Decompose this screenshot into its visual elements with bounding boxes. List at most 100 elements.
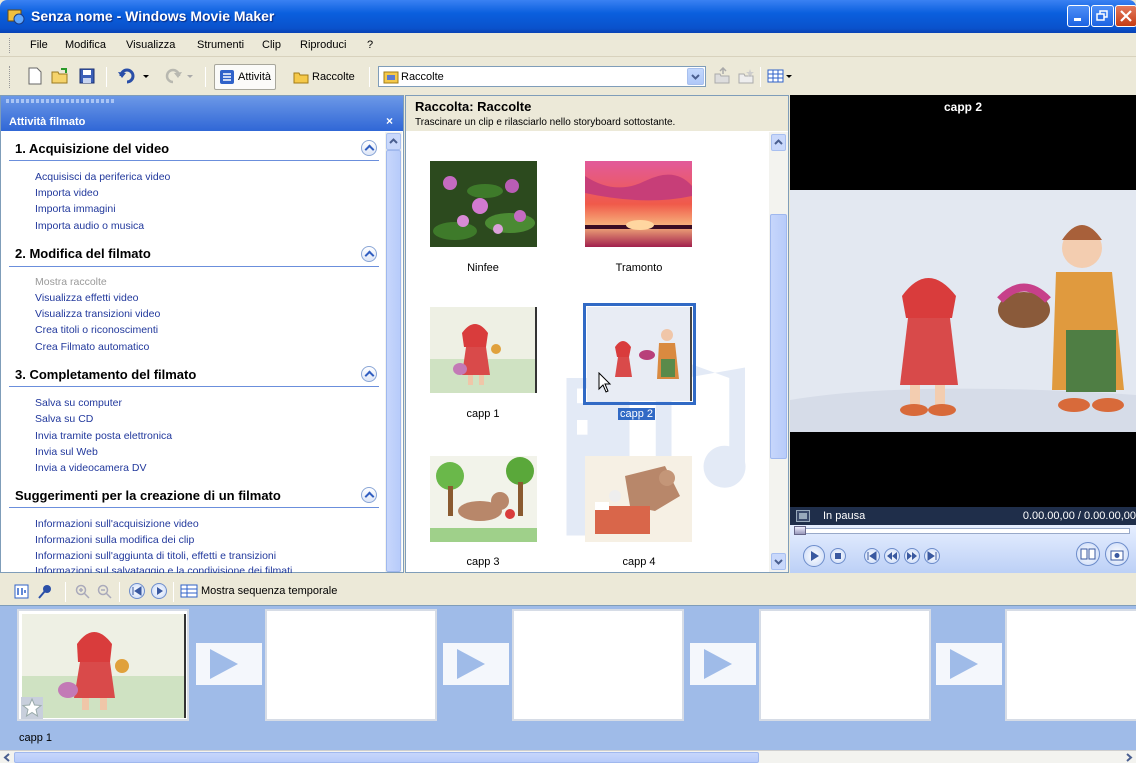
chevron-left-icon[interactable] <box>2 752 12 763</box>
collapse-section-edit-button[interactable] <box>361 246 377 262</box>
undo-icon[interactable] <box>117 67 137 85</box>
scroll-up-button[interactable] <box>386 133 401 150</box>
menu-file[interactable]: File <box>30 39 48 51</box>
link-capture-from-device[interactable]: Acquisisci da periferica video <box>35 171 170 183</box>
collapse-section-capture-button[interactable] <box>361 140 377 156</box>
menu-help[interactable]: ? <box>367 39 373 51</box>
storyboard-cell-5[interactable] <box>1005 609 1136 721</box>
close-window-button[interactable] <box>1115 5 1136 27</box>
scroll-up-button[interactable] <box>771 134 786 151</box>
undo-dropdown-icon[interactable] <box>142 67 150 85</box>
storyboard-cell-4[interactable] <box>759 609 931 721</box>
collection-scrollbar[interactable] <box>769 132 788 572</box>
play-icon <box>157 587 163 595</box>
link-tip-capture[interactable]: Informazioni sull'acquisizione video <box>35 518 199 530</box>
link-send-web[interactable]: Invia sul Web <box>35 446 98 458</box>
stop-button[interactable] <box>830 548 846 564</box>
show-timeline-button[interactable]: Mostra sequenza temporale <box>180 581 337 601</box>
menu-modifica[interactable]: Modifica <box>65 39 106 51</box>
link-view-video-effects[interactable]: Visualizza effetti video <box>35 292 139 304</box>
clip-thumbnail-capp-4[interactable] <box>585 456 692 542</box>
minimize-button[interactable] <box>1067 5 1090 27</box>
transition-slot-3[interactable] <box>690 643 756 685</box>
storyboard-cell-3[interactable] <box>512 609 684 721</box>
task-pane-title: Attività filmato <box>9 116 86 128</box>
clip-thumbnail-ninfee[interactable] <box>430 161 537 247</box>
link-make-automovie[interactable]: Crea Filmato automatico <box>35 341 149 353</box>
window-title: Senza nome - Windows Movie Maker <box>31 8 275 24</box>
fast-forward-button[interactable] <box>904 548 920 564</box>
storyboard-scrollbar[interactable] <box>0 750 1136 763</box>
link-make-titles-credits[interactable]: Crea titoli o riconoscimenti <box>35 324 158 336</box>
scroll-thumb[interactable] <box>770 214 787 459</box>
seek-bar[interactable] <box>794 528 1130 534</box>
zoom-out-icon[interactable] <box>97 584 112 599</box>
next-frame-button[interactable] <box>924 548 940 564</box>
play-button[interactable] <box>803 545 825 567</box>
play-storyboard-button[interactable] <box>151 583 167 599</box>
menu-riproduci[interactable]: Riproduci <box>300 39 346 51</box>
redo-dropdown-icon[interactable] <box>186 67 194 85</box>
collections-root-icon <box>383 71 399 84</box>
scroll-thumb[interactable] <box>386 150 401 572</box>
scroll-down-button[interactable] <box>771 553 786 570</box>
new-collection-folder-icon[interactable] <box>737 67 755 85</box>
link-tip-edit-clips[interactable]: Informazioni sulla modifica dei clip <box>35 534 194 546</box>
menu-visualizza[interactable]: Visualizza <box>126 39 175 51</box>
zoom-in-icon[interactable] <box>75 584 90 599</box>
scroll-thumb[interactable] <box>14 752 759 763</box>
clip-thumbnail-capp-1[interactable] <box>430 307 537 393</box>
new-project-icon[interactable] <box>26 67 44 85</box>
take-picture-button[interactable] <box>1105 542 1129 566</box>
split-clip-button[interactable] <box>1076 542 1100 566</box>
chevron-right-icon[interactable] <box>1124 752 1134 763</box>
effects-star-icon[interactable] <box>21 697 43 719</box>
previous-frame-button[interactable] <box>864 548 880 564</box>
storyboard-cell-1[interactable] <box>17 609 189 721</box>
transition-slot-1[interactable] <box>196 643 262 685</box>
link-save-to-computer[interactable]: Salva su computer <box>35 397 122 409</box>
pane-grip <box>6 99 116 103</box>
rewind-button[interactable] <box>884 548 900 564</box>
storyboard-cell-2[interactable] <box>265 609 437 721</box>
open-project-icon[interactable] <box>51 67 69 85</box>
chevron-up-icon <box>774 139 783 145</box>
tasks-button[interactable]: Attività <box>214 64 277 90</box>
collection-combo-dropdown[interactable] <box>687 68 704 85</box>
section-title-tips: Suggerimenti per la creazione di un film… <box>15 488 281 503</box>
collection-combo[interactable]: Raccolte <box>378 66 706 87</box>
task-pane-scrollbar[interactable] <box>385 132 402 572</box>
seek-thumb[interactable] <box>794 526 806 535</box>
link-import-video[interactable]: Importa video <box>35 187 99 199</box>
link-view-video-transitions[interactable]: Visualizza transizioni video <box>35 308 160 320</box>
close-task-pane-button[interactable]: × <box>386 114 393 128</box>
clip-thumbnail-capp-3[interactable] <box>430 456 537 542</box>
collapse-section-finish-button[interactable] <box>361 366 377 382</box>
link-import-pictures[interactable]: Importa immagini <box>35 203 116 215</box>
up-one-level-icon[interactable] <box>713 67 731 85</box>
clip-label-ninfee: Ninfee <box>467 262 499 274</box>
link-save-to-cd[interactable]: Salva su CD <box>35 413 93 425</box>
link-tip-save-share[interactable]: Informazioni sul salvataggio e la condiv… <box>35 565 292 573</box>
link-send-dv-camera[interactable]: Invia a videocamera DV <box>35 462 146 474</box>
redo-icon[interactable] <box>163 67 183 85</box>
link-import-audio[interactable]: Importa audio o musica <box>35 220 144 232</box>
clip-thumbnail-tramonto[interactable] <box>585 161 692 247</box>
transition-slot-4[interactable] <box>936 643 1002 685</box>
rewind-icon <box>887 552 897 560</box>
set-audio-levels-icon[interactable] <box>14 584 29 599</box>
chevron-down-icon <box>774 559 783 565</box>
transition-slot-2[interactable] <box>443 643 509 685</box>
timeline-icon <box>180 584 198 598</box>
rewind-storyboard-button[interactable] <box>129 583 145 599</box>
save-project-icon[interactable] <box>78 67 96 85</box>
narrate-timeline-icon[interactable] <box>37 583 53 599</box>
collections-button[interactable]: Raccolte <box>289 64 359 90</box>
menu-clip[interactable]: Clip <box>262 39 281 51</box>
views-menu-icon[interactable] <box>767 67 793 85</box>
link-send-email[interactable]: Invia tramite posta elettronica <box>35 430 172 442</box>
menu-strumenti[interactable]: Strumenti <box>197 39 244 51</box>
restore-button[interactable] <box>1091 5 1114 27</box>
collapse-section-tips-button[interactable] <box>361 487 377 503</box>
link-tip-titles-effects[interactable]: Informazioni sull'aggiunta di titoli, ef… <box>35 550 276 562</box>
